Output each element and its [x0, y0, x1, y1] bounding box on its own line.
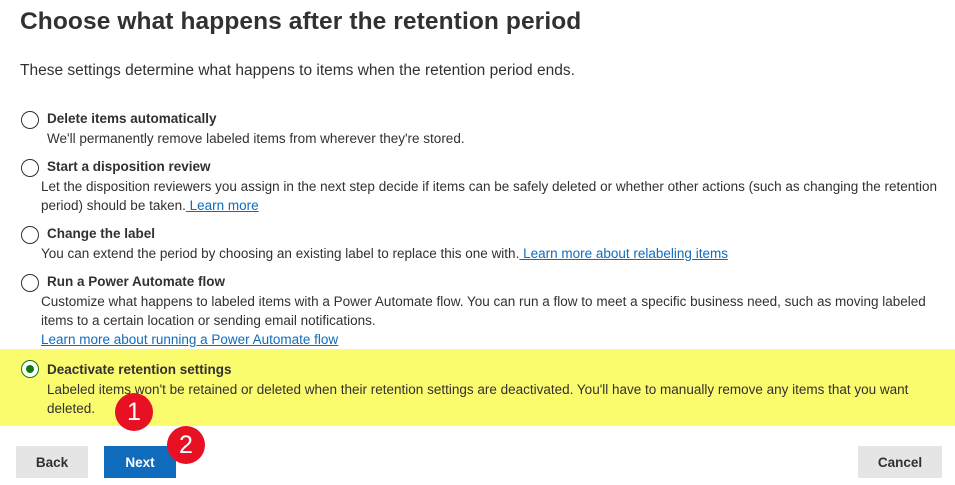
option-description-text: You can extend the period by choosing an… [41, 246, 520, 261]
option-description: We'll permanently remove labeled items f… [47, 131, 465, 146]
option-label: Run a Power Automate flow [47, 274, 226, 289]
learn-more-link[interactable]: Learn more [186, 198, 259, 213]
option-description-text: Customize what happens to labeled items … [41, 294, 926, 328]
option-description-text: Let the disposition reviewers you assign… [41, 179, 938, 213]
radio-deactivate-retention[interactable] [21, 360, 39, 378]
option-label: Delete items automatically [47, 111, 217, 126]
option-change-label[interactable]: Change the label You can extend the peri… [0, 223, 955, 267]
option-disposition-review[interactable]: Start a disposition review Let the dispo… [0, 156, 955, 218]
option-power-automate[interactable]: Run a Power Automate flow Customize what… [0, 271, 955, 351]
step-marker-2: 2 [167, 426, 205, 464]
learn-more-relabeling-link[interactable]: Learn more about relabeling items [519, 246, 728, 261]
back-button[interactable]: Back [16, 446, 88, 478]
option-description: Customize what happens to labeled items … [41, 292, 953, 349]
radio-delete-items[interactable] [21, 111, 39, 129]
radio-power-automate[interactable] [21, 274, 39, 292]
step-marker-1: 1 [115, 393, 153, 431]
option-description: Labeled items won't be retained or delet… [47, 382, 909, 416]
option-description: Let the disposition reviewers you assign… [41, 177, 953, 215]
option-delete-items[interactable]: Delete items automatically We'll permane… [0, 108, 955, 152]
option-label: Deactivate retention settings [47, 362, 232, 377]
page-title: Choose what happens after the retention … [20, 8, 582, 35]
page-subtitle: These settings determine what happens to… [20, 62, 575, 79]
option-description: You can extend the period by choosing an… [41, 244, 953, 263]
learn-more-power-automate-link[interactable]: Learn more about running a Power Automat… [41, 332, 338, 347]
radio-change-label[interactable] [21, 226, 39, 244]
option-label: Change the label [47, 226, 156, 241]
radio-disposition-review[interactable] [21, 159, 39, 177]
next-button[interactable]: Next [104, 446, 176, 478]
option-label: Start a disposition review [47, 159, 211, 174]
cancel-button[interactable]: Cancel [858, 446, 942, 478]
